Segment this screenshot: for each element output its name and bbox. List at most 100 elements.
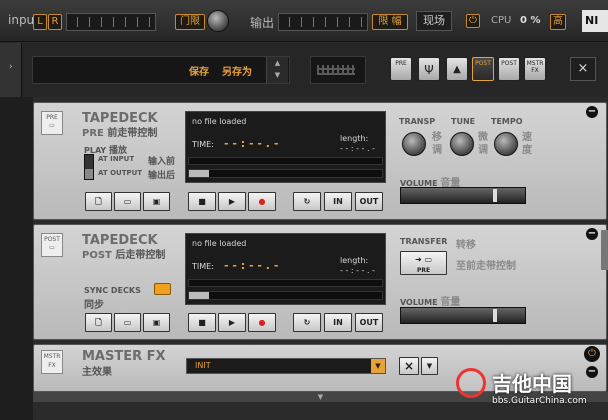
post-volume-slider[interactable]: [400, 307, 526, 324]
right-channel-button[interactable]: R: [48, 14, 62, 30]
preset-grid-button[interactable]: [310, 56, 366, 84]
save-button[interactable]: 保存: [189, 63, 209, 78]
loop-out-button[interactable]: OUT: [355, 192, 383, 211]
master-fx-menu-button[interactable]: ▼: [421, 357, 438, 375]
at-output-option[interactable]: AT OUTPUT: [98, 169, 142, 177]
time-label: TIME:: [192, 262, 214, 271]
post-tapedeck-active-button[interactable]: POST: [472, 57, 494, 81]
transfer-to-pre-button[interactable]: ➜ ▭ PRE: [400, 251, 447, 275]
output-label: 输出: [250, 16, 275, 30]
master-fx-badge: MSTR FX: [41, 350, 63, 374]
new-file-button[interactable]: 🗋: [85, 192, 112, 211]
tuner-fork-icon[interactable]: Ψ: [418, 57, 440, 81]
post-badge: POST ▭: [41, 233, 63, 257]
chevron-down-icon: ▼: [426, 362, 433, 370]
save-as-button[interactable]: 另存为: [222, 63, 252, 78]
preset-bar: › 保存 另存为 ▲ ▼ PRE Ψ ▲ POST POST MSTR FX ×: [0, 43, 608, 97]
loop-in-button[interactable]: IN: [324, 192, 352, 211]
at-input-option[interactable]: AT INPUT: [98, 155, 134, 163]
post-loop-button[interactable]: ↻: [293, 313, 321, 332]
left-channel-button[interactable]: L: [33, 14, 47, 30]
master-fx-clear-button[interactable]: ×: [399, 357, 419, 375]
waveform-scrollbar[interactable]: [188, 169, 383, 178]
time-label: TIME:: [192, 140, 214, 149]
pre-subtitle: PRE 前走带控制: [82, 128, 158, 139]
watermark-logo: [456, 368, 486, 398]
at-output-cn: 输出后: [148, 171, 176, 181]
power-icon[interactable]: ⏻: [466, 14, 480, 28]
tempo-knob[interactable]: [494, 132, 518, 156]
pre-badge: PRE ▭: [41, 111, 63, 135]
post-play-button[interactable]: ▶: [218, 313, 246, 332]
chevron-down-icon: ▼: [317, 393, 324, 401]
stop-button[interactable]: ■: [188, 192, 216, 211]
chevron-down-icon: ▼: [371, 359, 385, 373]
file-name: no file loaded: [192, 117, 247, 126]
post-open-file-button[interactable]: ▭: [114, 313, 141, 332]
tune-cn: 微调: [478, 132, 488, 156]
high-quality-button[interactable]: 高: [550, 14, 566, 30]
transpose-label: TRANSP: [399, 117, 436, 126]
save-file-button[interactable]: ▣: [143, 192, 170, 211]
post-collapse-button[interactable]: −: [586, 228, 598, 240]
post-record-button[interactable]: ●: [248, 313, 276, 332]
master-fx-power-icon[interactable]: ⏻: [584, 346, 600, 362]
cpu-label: CPU: [491, 15, 512, 26]
transfer-label: TRANSFER: [400, 237, 448, 246]
loop-button[interactable]: ↻: [293, 192, 321, 211]
play-position-switch[interactable]: [84, 154, 94, 180]
master-fx-button[interactable]: MSTR FX: [524, 57, 546, 81]
pre-collapse-button[interactable]: −: [586, 106, 598, 118]
at-input-cn: 输入前: [148, 157, 176, 167]
grid-icon: [317, 65, 355, 75]
length-label: length:: [340, 256, 369, 265]
pre-tapedeck-button[interactable]: PRE: [390, 57, 412, 81]
post-new-file-button[interactable]: 🗋: [85, 313, 112, 332]
pre-volume-slider[interactable]: [400, 187, 526, 204]
loop-icon: ↻: [303, 318, 311, 327]
post-stop-button[interactable]: ■: [188, 313, 216, 332]
record-button[interactable]: ●: [248, 192, 276, 211]
post-save-file-button[interactable]: ▣: [143, 313, 170, 332]
preset-stepper[interactable]: ▲ ▼: [266, 57, 288, 83]
post-display: no file loaded TIME: - - : - - . - lengt…: [185, 233, 386, 305]
open-file-button[interactable]: ▭: [114, 192, 141, 211]
file-icon: 🗋: [95, 318, 102, 327]
vertical-scrollbar[interactable]: [601, 230, 608, 270]
close-button[interactable]: ×: [570, 57, 596, 81]
arrow-right-icon: ➜ ▭: [414, 255, 433, 264]
record-icon: ●: [258, 318, 266, 327]
transfer-cn: 转移: [456, 240, 476, 251]
sync-decks-toggle[interactable]: [154, 283, 171, 295]
sidebar-toggle[interactable]: ›: [0, 43, 22, 97]
limit-button[interactable]: 门限: [175, 14, 205, 30]
input-gain-knob[interactable]: [207, 10, 229, 32]
volume-label: VOLUME 音量: [400, 297, 461, 308]
tempo-label: TEMPO: [491, 117, 523, 126]
master-fx-preset-dropdown[interactable]: INIT ▼: [186, 358, 386, 374]
play-icon: ▶: [228, 197, 236, 206]
transpose-knob[interactable]: [402, 132, 426, 156]
metronome-icon[interactable]: ▲: [446, 57, 468, 81]
limiter-button[interactable]: 限 幅: [372, 14, 408, 30]
time-value: - - : - - . -: [224, 259, 279, 272]
live-button[interactable]: 现场: [416, 11, 452, 31]
master-fx-cn: 主效果: [82, 367, 112, 378]
tune-knob[interactable]: [450, 132, 474, 156]
post-tapedeck-button[interactable]: POST: [498, 57, 520, 81]
post-loop-out-button[interactable]: OUT: [355, 313, 383, 332]
floppy-icon: ▣: [152, 197, 161, 206]
waveform-scrollbar[interactable]: [188, 291, 383, 300]
position-bar[interactable]: [188, 279, 383, 287]
cpu-value: 0 %: [520, 15, 541, 26]
transfer-target: 至前走带控制: [456, 261, 516, 272]
position-bar[interactable]: [188, 157, 383, 165]
master-fx-collapse-button[interactable]: −: [586, 366, 598, 378]
play-button[interactable]: ▶: [218, 192, 246, 211]
post-loop-in-button[interactable]: IN: [324, 313, 352, 332]
tune-label: TUNE: [451, 117, 476, 126]
record-icon: ●: [258, 197, 266, 206]
tempo-cn: 速度: [522, 132, 532, 156]
chevron-right-icon: ›: [9, 62, 13, 72]
length-value: - - : - - . -: [340, 266, 375, 275]
